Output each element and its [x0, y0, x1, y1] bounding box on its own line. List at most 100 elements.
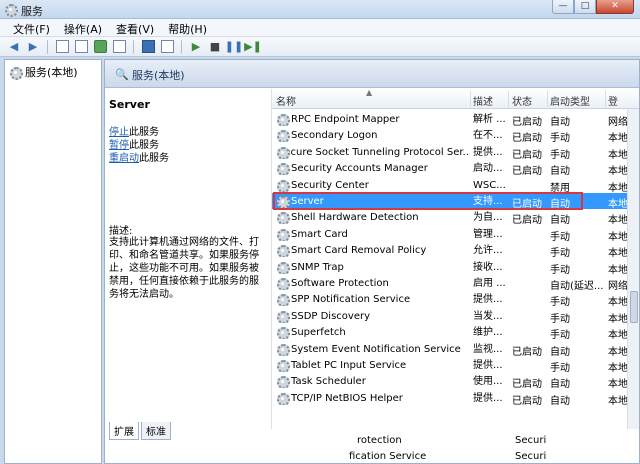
tree-node-services-local[interactable]: 服务(本地) [9, 64, 78, 80]
table-row[interactable]: Smart Card Removal Policy 允许... 手动 本地 [272, 242, 639, 259]
action-suffix: 此服务 [139, 153, 169, 164]
service-description-cell: 支持... [473, 196, 503, 207]
vertical-scrollbar[interactable] [627, 109, 639, 429]
service-name: rotection [357, 435, 402, 446]
table-row[interactable]: Secure Socket Tunneling Protocol Ser... 提… [272, 144, 639, 161]
tree-node-label: 服务(本地) [25, 66, 78, 79]
service-description-cell: 提供... [473, 392, 503, 404]
action-suffix: 此服务 [129, 140, 159, 151]
tab-extended[interactable]: 扩展 [109, 422, 139, 440]
show-action-pane-icon[interactable] [159, 39, 175, 55]
service-startup-cell: 手动 [550, 363, 570, 374]
service-description-cell: 提供... [473, 294, 503, 306]
service-gear-icon [276, 359, 290, 372]
service-name: RPC Endpoint Mapper [291, 114, 400, 125]
service-name-cell: SSDP Discovery [276, 310, 470, 323]
table-row[interactable]: Task Scheduler 使用... 已启动 自动 本地 [272, 373, 639, 390]
stop-service-link[interactable]: 停止 [109, 127, 129, 138]
column-header-startup-type[interactable]: 启动类型 [550, 93, 590, 108]
service-name: Security Center [291, 179, 369, 191]
scrollbar-thumb[interactable] [630, 291, 638, 323]
console-tree-icon[interactable] [54, 39, 70, 55]
service-gear-icon [276, 392, 290, 405]
menu-action[interactable]: 操作(A) [57, 19, 109, 36]
table-row[interactable]: SPP Notification Service 提供... 手动 本地 [272, 291, 639, 309]
column-header-description[interactable]: 描述 [473, 93, 493, 108]
help-icon[interactable] [140, 39, 156, 55]
service-name-cell: Secure Socket Tunneling Protocol Ser... [276, 146, 470, 159]
table-row[interactable]: SNMP Trap 接收... 手动 本地 [272, 259, 639, 276]
refresh-icon[interactable] [92, 39, 108, 55]
service-gear-icon [276, 343, 290, 356]
tab-standard[interactable]: 标准 [141, 422, 171, 440]
column-header-logon[interactable]: 登 [608, 93, 618, 108]
service-gear-icon [276, 162, 290, 176]
service-startup-cell: 自动 [550, 346, 570, 358]
service-startup-cell: 自动(延迟... [550, 281, 604, 292]
table-row[interactable]: Server 支持... 已启动 自动 本地 [272, 192, 639, 210]
list-item[interactable]: rotection Securi [271, 433, 639, 449]
table-row[interactable]: Security Accounts Manager 启动... 已启动 自动 本地 [272, 160, 639, 178]
service-name-cell: Shell Hardware Detection [276, 211, 470, 225]
table-row[interactable]: Superfetch 维护... 手动 本地 [272, 324, 639, 341]
service-gear-icon [276, 113, 290, 126]
table-row[interactable]: Smart Card 管理... 手动 本地 [272, 226, 639, 243]
service-description-cell: 启用 ... [473, 278, 506, 289]
table-row[interactable]: System Event Notification Service 监视... 已启… [272, 341, 639, 358]
table-row[interactable]: Software Protection 启用 ... 自动(延迟... 网络 [272, 275, 639, 292]
toolbar-separator [47, 39, 48, 54]
services-icon [9, 66, 23, 80]
service-gear-icon [276, 277, 290, 290]
service-name-cell: Security Accounts Manager [276, 162, 470, 176]
window-controls: — □ ✕ [552, 0, 634, 17]
action-suffix: 此服务 [129, 127, 159, 138]
details-pane: 🔍 服务(本地) Server 停止此服务 暂停此服务 重启动此服务 描述: 支… [104, 59, 640, 464]
service-startup-cell: 自动 [550, 166, 570, 178]
service-description-cell: 使用... [473, 376, 503, 388]
maximize-button[interactable]: □ [574, 0, 596, 14]
service-startup-cell: 自动 [550, 117, 570, 128]
service-name: Smart Card Removal Policy [291, 245, 427, 257]
service-name: System Event Notification Service [291, 343, 461, 355]
table-row[interactable]: Shell Hardware Detection 为自... 已启动 自动 本地 [272, 209, 639, 226]
back-icon[interactable]: ◀ [6, 39, 22, 55]
menu-file[interactable]: 文件(F) [6, 19, 57, 36]
service-description-cell: 接收... [473, 261, 503, 273]
minimize-button[interactable]: — [552, 0, 574, 14]
column-divider[interactable] [547, 91, 548, 107]
start-service-icon[interactable]: ▶ [188, 39, 204, 55]
service-name: Smart Card [291, 228, 348, 240]
list-item[interactable]: fication Service Securi [271, 449, 639, 464]
stop-service-icon[interactable]: ■ [207, 39, 223, 55]
service-name: Superfetch [291, 327, 346, 339]
restart-service-icon[interactable]: ▶❚ [244, 39, 262, 55]
pause-service-icon[interactable]: ❚❚ [225, 39, 243, 55]
table-row[interactable]: Tablet PC Input Service 提供... 手动 本地 [272, 357, 639, 374]
table-row[interactable]: Security Center WSC... 禁用 本地 [272, 177, 639, 194]
column-divider[interactable] [508, 91, 509, 107]
column-divider[interactable] [605, 91, 606, 107]
menu-help[interactable]: 帮助(H) [161, 19, 214, 36]
service-gear-icon [276, 261, 290, 274]
pause-service-link[interactable]: 暂停 [109, 140, 129, 151]
sort-arrow-icon: ▲ [366, 89, 373, 97]
table-row[interactable]: SSDP Discovery 当发... 手动 本地 [272, 308, 639, 325]
service-startup-cell: 手动 [550, 297, 570, 309]
close-button[interactable]: ✕ [596, 0, 634, 14]
export-list-icon[interactable] [111, 39, 127, 55]
forward-icon[interactable]: ▶ [25, 39, 41, 55]
table-row[interactable]: Secondary Logon 在不... 已启动 手动 本地 [272, 127, 639, 144]
table-row[interactable]: TCP/IP NetBIOS Helper 提供... 已启动 自动 本地 [272, 390, 639, 407]
menu-view[interactable]: 查看(V) [109, 19, 161, 36]
service-status-cell: 已启动 [512, 117, 542, 128]
service-status-cell: 已启动 [512, 395, 542, 407]
column-header-status[interactable]: 状态 [512, 93, 532, 108]
service-gear-icon [276, 179, 290, 192]
table-row[interactable]: RPC Endpoint Mapper 解析 ... 已启动 自动 网络 [272, 111, 639, 128]
column-header-name[interactable]: 名称 [276, 93, 296, 108]
service-name-cell: Task Scheduler [276, 375, 470, 389]
column-divider[interactable] [470, 91, 471, 107]
restart-service-link[interactable]: 重启动 [109, 153, 139, 164]
selected-service-name: Server [109, 98, 150, 111]
properties-icon[interactable] [73, 39, 89, 55]
